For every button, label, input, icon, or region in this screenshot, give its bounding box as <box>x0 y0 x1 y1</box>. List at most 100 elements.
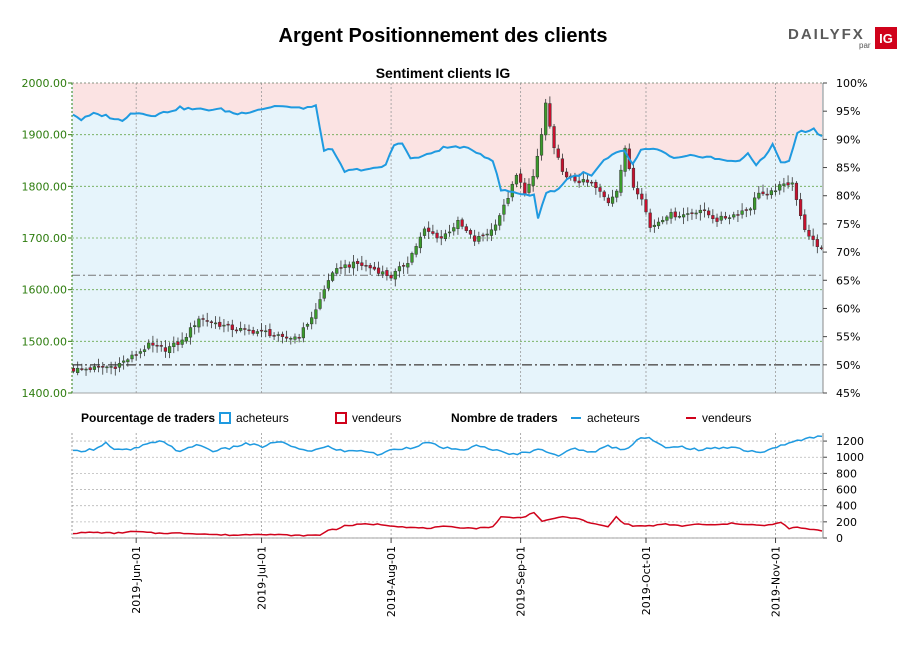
candle-body <box>389 274 393 279</box>
candle-body <box>748 208 753 211</box>
percent-tick-label: 50% <box>836 359 860 372</box>
candle-body <box>552 126 556 149</box>
candle-body <box>168 346 172 353</box>
candle-body <box>548 103 552 127</box>
candle-body <box>677 215 682 218</box>
candle-body <box>109 366 113 368</box>
dailyfx-logo: DAILYFX par IG <box>788 26 897 50</box>
candle-body <box>435 232 439 239</box>
candle-body <box>707 210 711 216</box>
candle-body <box>510 183 514 198</box>
candle-body <box>803 214 807 230</box>
candle-body <box>753 197 757 210</box>
candle-body <box>364 265 368 267</box>
candle-body <box>422 228 427 236</box>
candle-body <box>811 235 815 240</box>
candle-body <box>736 214 740 216</box>
date-tick-label: 2019-Nov-01 <box>770 546 783 617</box>
percent-tick-label: 70% <box>836 246 860 259</box>
candle-body <box>410 253 414 263</box>
candle-body <box>715 217 719 222</box>
candle-body <box>117 363 122 368</box>
candle-body <box>96 366 101 368</box>
candle-body <box>519 173 523 183</box>
buyers-count-path <box>72 435 823 457</box>
legend: Pourcentage de traders acheteurs vendeur… <box>81 411 751 425</box>
candle-body <box>489 229 493 236</box>
candle-body <box>126 359 130 363</box>
candle-body <box>414 246 418 255</box>
candle-body <box>213 322 218 325</box>
candle-body <box>560 158 565 172</box>
candle-body <box>305 324 310 327</box>
candle-body <box>527 183 531 193</box>
candle-body <box>393 270 397 280</box>
count-lines <box>72 435 823 537</box>
candle-body <box>656 221 661 227</box>
candle-body <box>523 182 527 194</box>
candle-body <box>255 331 259 334</box>
candle-body <box>443 233 448 240</box>
candle-body <box>155 344 159 347</box>
price-tick-label: 1900.00 <box>22 129 68 142</box>
candle-body <box>765 193 769 196</box>
candle-body <box>402 265 406 267</box>
candle-body <box>343 264 347 268</box>
candle-body <box>598 187 602 192</box>
candle-body <box>769 190 773 196</box>
sellers-count-path <box>72 511 823 537</box>
candle-body <box>226 323 230 326</box>
percent-tick-label: 55% <box>836 331 860 344</box>
candle-body <box>130 354 134 360</box>
percent-tick-label: 80% <box>836 190 860 203</box>
price-tick-label: 1600.00 <box>22 284 68 297</box>
candle-body <box>138 351 142 354</box>
candle-body <box>631 167 636 188</box>
percent-tick-label: 65% <box>836 274 860 287</box>
candle-body <box>481 234 485 237</box>
candle-body <box>531 176 535 186</box>
candle-body <box>84 368 88 371</box>
candle-body <box>573 176 577 182</box>
count-tick-label: 400 <box>836 500 857 513</box>
candle-body <box>180 339 184 345</box>
candle-body <box>230 324 234 330</box>
candle-body <box>544 102 548 136</box>
candle-body <box>698 209 702 214</box>
legend-count-buyers: acheteurs <box>587 411 640 425</box>
candle-body <box>293 336 297 340</box>
candle-body <box>397 266 402 272</box>
candle-body <box>272 335 276 337</box>
candle-body <box>719 215 723 221</box>
count-tick-label: 200 <box>836 516 857 529</box>
candle-body <box>556 148 560 158</box>
candle-body <box>193 325 197 327</box>
candle-body <box>794 182 799 200</box>
candle-body <box>456 220 460 229</box>
candle-body <box>452 227 456 232</box>
candle-body <box>594 181 598 188</box>
candle-body <box>506 198 510 204</box>
count-tick-label: 0 <box>836 532 843 545</box>
candle-body <box>778 184 782 191</box>
logo-brand: DAILYFX <box>788 26 865 43</box>
count-tick-label: 1000 <box>836 451 864 464</box>
candle-body <box>652 224 656 227</box>
percent-tick-label: 95% <box>836 105 860 118</box>
candle-body <box>514 174 519 185</box>
candle-body <box>539 134 544 156</box>
candle-body <box>498 215 502 226</box>
candle-body <box>640 193 644 200</box>
candle <box>330 271 335 283</box>
candle-body <box>234 329 239 332</box>
chart-subtitle: Sentiment clients IG <box>376 65 511 81</box>
candle-body <box>619 169 623 193</box>
candle-body <box>732 214 736 218</box>
candle-body <box>201 318 205 320</box>
price-tick-label: 1800.00 <box>22 180 68 193</box>
candle-body <box>590 181 594 184</box>
candle-body <box>376 267 381 274</box>
percent-tick-label: 45% <box>836 387 860 400</box>
candle-body <box>122 360 126 363</box>
candle-body <box>301 327 305 339</box>
